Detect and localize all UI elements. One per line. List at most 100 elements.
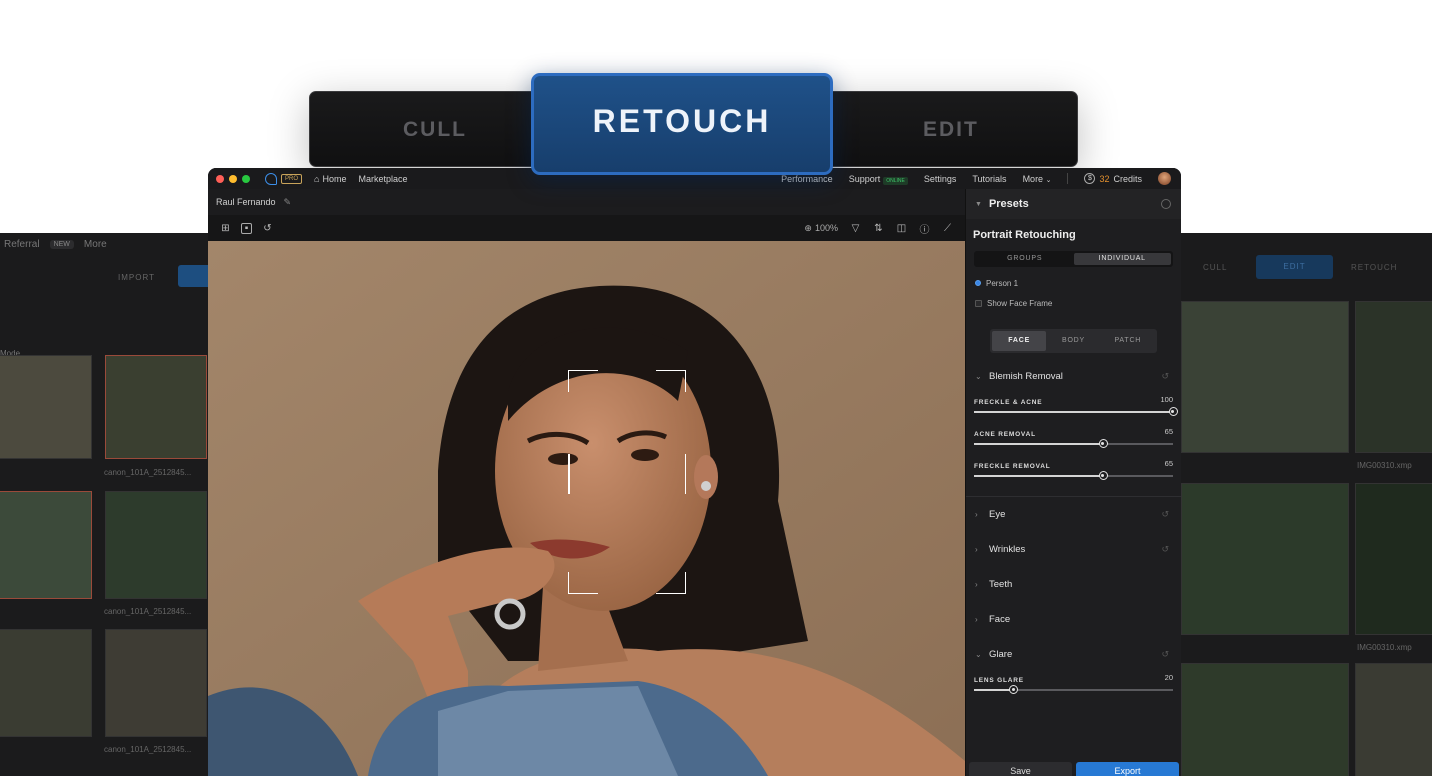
- mode-tab-edit[interactable]: EDIT: [923, 92, 979, 168]
- bg-thumb-caption: IMG00310.xmp: [1357, 461, 1412, 470]
- reset-icon[interactable]: ↺: [1161, 371, 1169, 382]
- chevron-right-icon: ›: [975, 615, 978, 624]
- nav-more[interactable]: More ⌄: [1023, 174, 1052, 184]
- section-eye[interactable]: › Eye ↺: [966, 497, 1181, 532]
- section-title: Teeth: [989, 579, 1013, 590]
- pencil-icon[interactable]: ✎: [284, 197, 292, 208]
- slider-handle[interactable]: [1168, 407, 1178, 416]
- avatar[interactable]: [1158, 172, 1171, 185]
- credits-button[interactable]: $ 32 Credits: [1084, 173, 1142, 184]
- maximize-window-button[interactable]: [242, 174, 250, 183]
- background-window-left: Referral NEW More IMPORT Mode canon_101A…: [0, 233, 232, 776]
- section-blemish-removal[interactable]: ⌄ Blemish Removal ↺: [966, 359, 1181, 394]
- face-frame[interactable]: [568, 370, 686, 594]
- eyedropper-icon[interactable]: ⟋: [942, 223, 953, 234]
- person-radio[interactable]: [975, 280, 981, 286]
- sort-icon[interactable]: ⇅: [873, 223, 884, 234]
- toolbar-right: ⊕ 100% ▽ ⇅ ◫ ⓘ ⟋: [804, 215, 953, 241]
- slider-track[interactable]: [974, 439, 1173, 448]
- section-title: Face: [989, 614, 1011, 625]
- slider-track[interactable]: [974, 471, 1173, 480]
- person-label: Person 1: [986, 278, 1019, 288]
- online-status-badge: ONLINE: [883, 176, 908, 185]
- slider-fill: [974, 443, 1104, 445]
- preset-name[interactable]: Portrait Retouching: [966, 219, 1181, 251]
- slider-lens-glare[interactable]: LENS GLARE 20: [966, 672, 1181, 704]
- reset-icon[interactable]: ↺: [1161, 544, 1169, 555]
- face-frame-corner: [568, 572, 598, 594]
- single-view-icon[interactable]: ▪: [241, 222, 252, 234]
- nav-support[interactable]: Support ONLINE: [848, 173, 908, 185]
- bg-thumb-caption: canon_101A_2512845...: [104, 607, 192, 616]
- section-face[interactable]: › Face: [966, 602, 1181, 637]
- tab-body[interactable]: BODY: [1046, 331, 1100, 351]
- mode-tab-retouch[interactable]: RETOUCH: [531, 73, 833, 175]
- save-button[interactable]: Save: [969, 762, 1072, 776]
- bg-thumbnail: [1355, 301, 1432, 453]
- slider-track[interactable]: [974, 685, 1173, 694]
- slider-label: FRECKLE REMOVAL: [974, 463, 1051, 470]
- slider-value: 65: [1164, 459, 1173, 468]
- bg-referral-link: Referral: [4, 238, 40, 250]
- bg-thumbnail: [105, 491, 207, 599]
- section-wrinkles[interactable]: › Wrinkles ↺: [966, 532, 1181, 567]
- nav-settings[interactable]: Settings: [924, 174, 957, 184]
- slider-track[interactable]: [974, 407, 1178, 416]
- tab-face[interactable]: FACE: [992, 331, 1047, 351]
- mode-tab-cull[interactable]: CULL: [403, 92, 467, 168]
- tab-groups[interactable]: GROUPS: [976, 253, 1074, 265]
- bg-right-tabs: CULL EDIT RETOUCH: [1181, 255, 1432, 279]
- nav-marketplace[interactable]: Marketplace: [358, 174, 407, 184]
- bg-thumbnail: [105, 355, 207, 459]
- nav-more-label: More: [1022, 173, 1044, 184]
- face-frame-corner: [568, 370, 598, 392]
- app-window: PRO ⌂ Home Marketplace Performance Suppo…: [208, 168, 1181, 776]
- slider-label: FRECKLE & ACNE: [974, 399, 1043, 406]
- slider-handle[interactable]: [1098, 439, 1108, 448]
- slider-value: 100: [1160, 395, 1173, 404]
- presets-title: Presets: [988, 198, 1029, 210]
- divider: [1067, 173, 1069, 184]
- bg-tab-retouch: RETOUCH: [1351, 263, 1398, 272]
- nav-tutorials[interactable]: Tutorials: [972, 174, 1006, 184]
- show-face-frame-label: Show Face Frame: [987, 298, 1053, 308]
- slider-handle[interactable]: [1009, 685, 1019, 694]
- bg-left-topbar: Referral NEW More: [0, 233, 232, 255]
- photo-canvas[interactable]: [208, 241, 965, 776]
- scope-toggle: GROUPS INDIVIDUAL: [974, 251, 1173, 267]
- credits-label: Credits: [1113, 173, 1142, 184]
- section-teeth[interactable]: › Teeth: [966, 567, 1181, 602]
- slider-freckle-acne[interactable]: FRECKLE & ACNE 100: [966, 394, 1181, 426]
- settings-icon[interactable]: [1161, 199, 1171, 209]
- person-selector[interactable]: Person 1: [966, 273, 1181, 293]
- zoom-control[interactable]: ⊕ 100%: [804, 223, 838, 234]
- bg-thumbnail: [1181, 483, 1349, 635]
- reset-icon[interactable]: ↺: [1161, 649, 1169, 660]
- info-icon[interactable]: ⓘ: [919, 223, 930, 236]
- slider-acne-removal[interactable]: ACNE REMOVAL 65: [966, 426, 1181, 458]
- show-face-frame-option[interactable]: Show Face Frame: [966, 293, 1181, 313]
- reset-icon[interactable]: ↺: [1161, 509, 1169, 520]
- minimize-window-button[interactable]: [229, 174, 237, 183]
- tab-patch[interactable]: PATCH: [1101, 331, 1155, 351]
- slider-freckle-removal[interactable]: FRECKLE REMOVAL 65: [966, 458, 1181, 490]
- section-glare[interactable]: ⌄ Glare ↺: [966, 637, 1181, 672]
- close-window-button[interactable]: [216, 174, 224, 183]
- show-face-frame-checkbox[interactable]: [975, 299, 982, 307]
- nav-support-label: Support: [848, 173, 881, 184]
- slider-handle[interactable]: [1098, 471, 1108, 480]
- compare-icon[interactable]: ◫: [896, 223, 907, 234]
- nav-home-label: Home: [322, 173, 347, 184]
- grid-view-icon[interactable]: ⊞: [220, 223, 231, 234]
- bg-left-tabs: IMPORT: [0, 265, 232, 289]
- history-icon[interactable]: ↺: [262, 223, 273, 234]
- presets-header[interactable]: ▼ Presets: [966, 189, 1181, 219]
- bg-thumbnail: [0, 355, 92, 459]
- filter-icon[interactable]: ▽: [850, 223, 861, 234]
- chevron-right-icon: ›: [975, 510, 978, 519]
- chevron-down-icon: ⌄: [975, 650, 982, 659]
- export-button[interactable]: Export: [1076, 762, 1179, 776]
- nav-performance[interactable]: Performance: [781, 174, 833, 184]
- nav-home[interactable]: ⌂ Home: [314, 174, 346, 184]
- tab-individual[interactable]: INDIVIDUAL: [1073, 253, 1171, 265]
